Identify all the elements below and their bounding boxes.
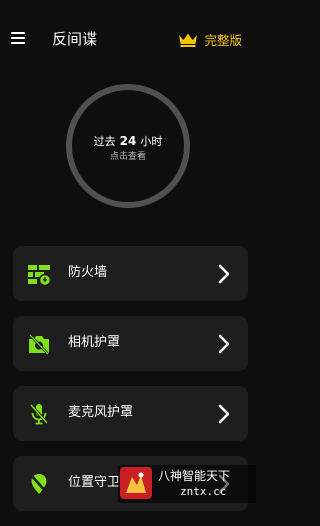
microphone-muted-icon xyxy=(29,404,49,425)
feature-card-microphone[interactable]: 麦克风护罩 xyxy=(13,386,248,441)
summary-prefix: 过去 xyxy=(93,135,116,148)
premium-label: 完整版 xyxy=(204,32,242,48)
watermark-logo xyxy=(120,467,152,499)
summary-subtitle: 点击查看 xyxy=(109,152,146,162)
watermark-line2: zntx.cc xyxy=(180,485,227,498)
feature-label: 麦克风护罩 xyxy=(68,405,134,420)
feature-card-camera[interactable]: 相机护罩 xyxy=(13,316,248,371)
chevron-right-icon xyxy=(218,404,230,424)
feature-label: 相机护罩 xyxy=(68,335,121,350)
camera-blocked-icon xyxy=(29,334,49,355)
premium-button[interactable]: 完整版 xyxy=(178,29,242,49)
feature-label: 位置守卫 xyxy=(68,475,121,490)
app-header: 反间谍 完整版 xyxy=(0,0,260,76)
crown-icon xyxy=(179,33,198,47)
page-title: 反间谍 xyxy=(52,30,98,48)
watermark-line1: 八神智能天下 xyxy=(158,469,231,483)
activity-summary-ring[interactable]: 过去 24 小时 点击查看 xyxy=(64,82,192,210)
chevron-right-icon xyxy=(218,264,230,284)
location-blocked-icon xyxy=(30,474,48,494)
summary-hours: 24 xyxy=(119,134,137,148)
feature-card-firewall[interactable]: 防火墙 xyxy=(13,246,248,301)
hamburger-menu-icon[interactable] xyxy=(11,32,25,44)
summary-period: 过去 24 小时 xyxy=(64,134,192,149)
chevron-right-icon xyxy=(218,334,230,354)
firewall-icon xyxy=(28,265,51,286)
watermark: 八神智能天下 zntx.cc xyxy=(118,465,256,503)
feature-label: 防火墙 xyxy=(68,265,108,280)
summary-suffix: 小时 xyxy=(140,135,163,148)
